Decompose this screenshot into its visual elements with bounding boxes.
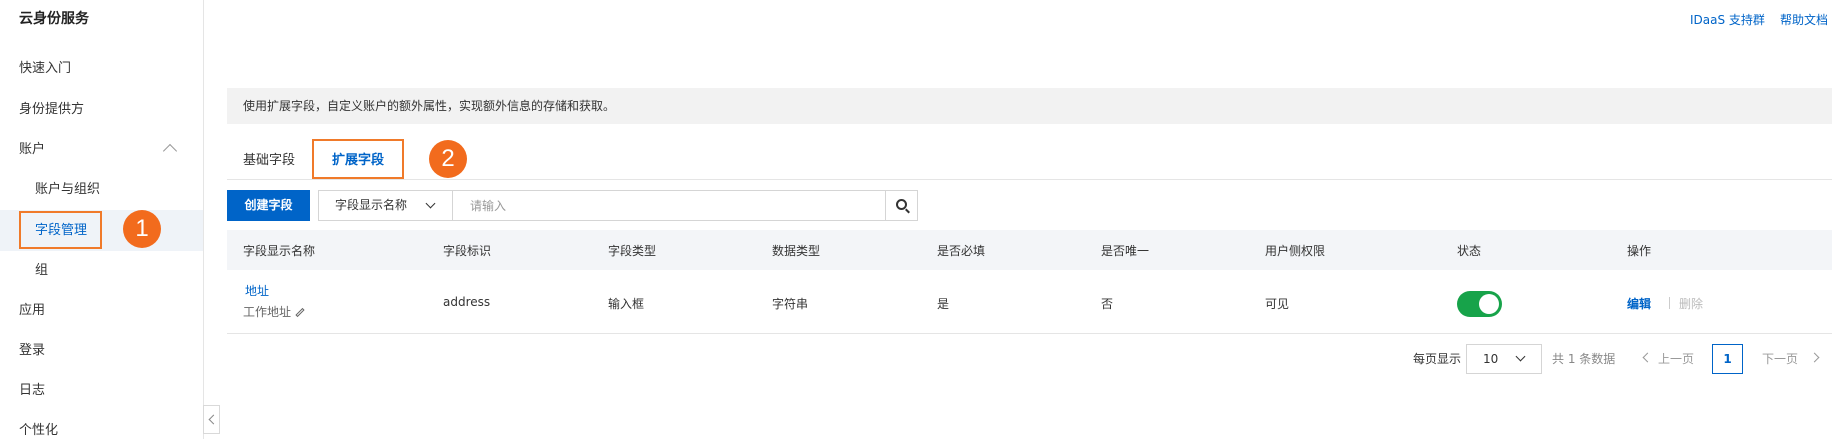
- col-data-type: 数据类型: [772, 244, 821, 258]
- edit-link[interactable]: 编辑: [1627, 295, 1651, 312]
- delete-link[interactable]: 删除: [1679, 295, 1703, 312]
- toggle-knob: [1479, 294, 1499, 314]
- annotation-badge-2: 2: [429, 140, 467, 178]
- filter-select-value: 字段显示名称: [335, 198, 408, 212]
- support-group-link[interactable]: IDaaS 支持群: [1690, 11, 1765, 28]
- cell-unique: 否: [1101, 297, 1114, 311]
- col-unique: 是否唯一: [1101, 244, 1150, 258]
- filter-field-select[interactable]: 字段显示名称: [318, 190, 453, 221]
- page-number-current[interactable]: 1: [1712, 344, 1743, 374]
- sidebar-item-personalize[interactable]: 个性化: [19, 421, 58, 439]
- tabs-divider: [227, 179, 1832, 180]
- sidebar-collapse-button[interactable]: [203, 405, 220, 434]
- info-notice: 使用扩展字段，自定义账户的额外属性，实现额外信息的存储和获取。: [227, 88, 1832, 124]
- chevron-down-icon: [1515, 351, 1526, 362]
- app-title: 云身份服务: [19, 11, 89, 27]
- per-page-select[interactable]: 10: [1466, 344, 1542, 374]
- field-description-text: 工作地址: [243, 305, 292, 319]
- col-display-name: 字段显示名称: [243, 244, 316, 258]
- sidebar-item-group[interactable]: 组: [35, 261, 48, 281]
- field-description: 工作地址: [243, 303, 305, 320]
- search-box: [452, 190, 886, 221]
- search-input[interactable]: [454, 192, 884, 219]
- action-divider: [1669, 297, 1670, 309]
- sidebar-item-logs[interactable]: 日志: [19, 381, 45, 401]
- chevron-up-icon[interactable]: [162, 143, 178, 159]
- per-page-value: 10: [1483, 352, 1499, 366]
- col-field-id: 字段标识: [443, 244, 492, 258]
- col-field-type: 字段类型: [608, 244, 657, 258]
- cell-data-type: 字符串: [772, 297, 809, 311]
- sidebar-item-apps[interactable]: 应用: [19, 301, 45, 321]
- tab-basic-fields[interactable]: 基础字段: [243, 149, 295, 168]
- chevron-left-icon: [208, 414, 219, 425]
- search-icon-handle: [905, 208, 910, 214]
- col-status: 状态: [1457, 244, 1482, 258]
- cell-field-id: address: [443, 295, 491, 309]
- per-page-label: 每页显示: [1413, 352, 1462, 366]
- sidebar-item-account-org[interactable]: 账户与组织: [35, 180, 100, 200]
- annotation-box-field-mgmt: [19, 211, 102, 249]
- search-button[interactable]: [885, 190, 918, 221]
- chevron-right-icon[interactable]: [1809, 352, 1820, 363]
- status-toggle[interactable]: [1457, 291, 1502, 317]
- edit-pencil-icon[interactable]: [295, 307, 305, 318]
- next-page-button[interactable]: 下一页: [1762, 350, 1798, 367]
- cell-field-type: 输入框: [608, 297, 645, 311]
- create-field-button[interactable]: 创建字段: [227, 190, 310, 221]
- help-docs-link[interactable]: 帮助文档: [1780, 11, 1828, 28]
- cell-required: 是: [937, 297, 950, 311]
- chevron-left-icon[interactable]: [1642, 352, 1653, 363]
- sidebar-item-idp[interactable]: 身份提供方: [19, 100, 84, 120]
- col-user-permission: 用户侧权限: [1265, 244, 1326, 258]
- sidebar-item-quickstart[interactable]: 快速入门: [19, 59, 71, 79]
- col-required: 是否必填: [937, 244, 986, 258]
- field-name-link[interactable]: 地址: [245, 282, 269, 299]
- sidebar-item-login[interactable]: 登录: [19, 341, 45, 361]
- chevron-down-icon: [425, 198, 436, 209]
- cell-user-permission: 可见: [1265, 297, 1290, 311]
- col-actions: 操作: [1627, 244, 1652, 258]
- prev-page-button[interactable]: 上一页: [1658, 350, 1694, 367]
- tab-extended-fields[interactable]: 扩展字段: [332, 149, 384, 168]
- total-count: 共 1 条数据: [1552, 352, 1616, 366]
- annotation-badge-1: 1: [123, 210, 161, 248]
- sidebar-item-account[interactable]: 账户: [19, 140, 45, 160]
